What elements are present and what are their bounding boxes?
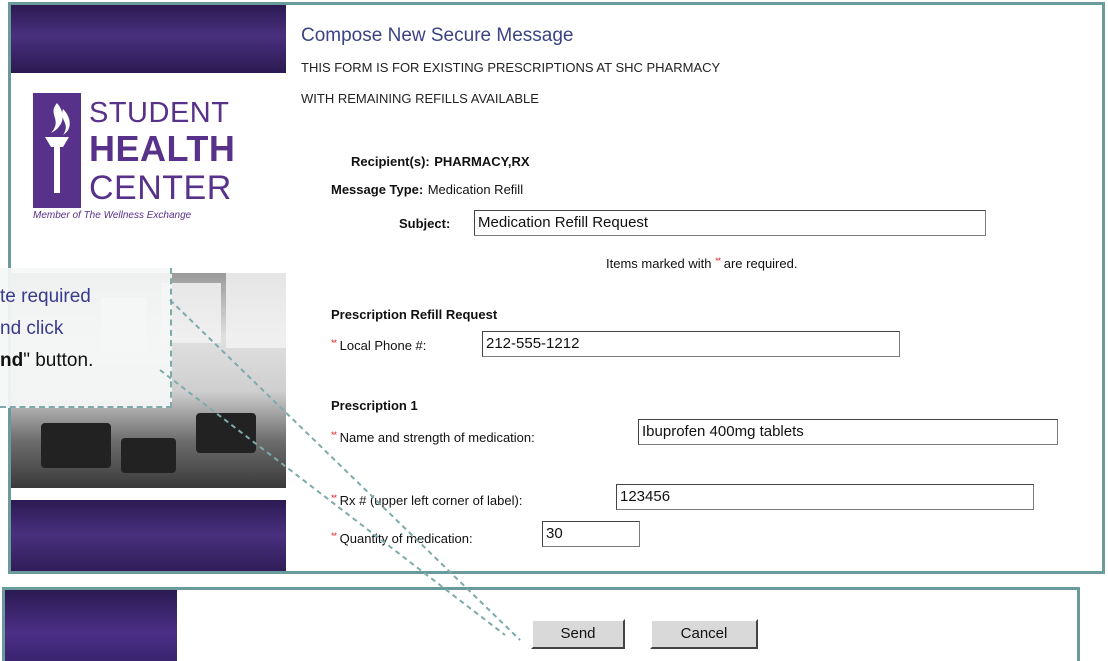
rx-label-wrap: ** Rx # (upper left corner of label): bbox=[331, 493, 522, 508]
prescription-title: Prescription 1 bbox=[331, 398, 418, 413]
recipient-value: PHARMACY,RX bbox=[434, 154, 530, 169]
required-marker: ** bbox=[331, 531, 337, 541]
quantity-label: Quantity of medication: bbox=[339, 531, 473, 546]
message-type-value: Medication Refill bbox=[427, 182, 524, 197]
logo-word-student: STUDENT bbox=[89, 97, 230, 129]
callout-line-1: te required bbox=[0, 286, 91, 307]
callout-line-3: nd" button. bbox=[0, 350, 94, 371]
phone-label: Local Phone #: bbox=[339, 338, 427, 353]
logo-word-health: HEALTH bbox=[89, 128, 236, 169]
required-marker: ** bbox=[331, 338, 337, 348]
quantity-input[interactable]: 30 bbox=[542, 521, 640, 547]
subject-input[interactable]: Medication Refill Request bbox=[474, 210, 986, 236]
message-panel: STUDENT HEALTH CENTER Member of The Well… bbox=[8, 2, 1105, 574]
message-type-label: Message Type: bbox=[331, 182, 424, 197]
med-name-label: Name and strength of medication: bbox=[339, 430, 535, 445]
form-notice-line-2: WITH REMAINING REFILLS AVAILABLE bbox=[301, 91, 539, 106]
student-health-center-logo: STUDENT HEALTH CENTER Member of The Well… bbox=[33, 93, 258, 221]
phone-label-wrap: ** Local Phone #: bbox=[331, 338, 426, 353]
sidebar-band-bottom bbox=[11, 500, 286, 571]
page-title: Compose New Secure Message bbox=[301, 25, 574, 46]
compose-form: Compose New Secure Message THIS FORM IS … bbox=[301, 5, 1102, 571]
logo-tagline: Member of The Wellness Exchange bbox=[33, 210, 192, 221]
instruction-callout: te required nd click nd" button. bbox=[0, 268, 172, 408]
required-note: Items marked with ** are required. bbox=[606, 256, 798, 271]
torch-icon bbox=[33, 93, 81, 208]
cancel-button[interactable]: Cancel bbox=[650, 619, 758, 649]
rx-number-input[interactable]: 123456 bbox=[616, 484, 1034, 510]
refill-section-title: Prescription Refill Request bbox=[331, 307, 498, 322]
rx-label: Rx # (upper left corner of label): bbox=[339, 493, 523, 508]
button-bar-band bbox=[5, 590, 177, 661]
med-name-label-wrap: ** Name and strength of medication: bbox=[331, 430, 535, 445]
logo-word-center: CENTER bbox=[89, 169, 232, 207]
sidebar-band-top bbox=[11, 5, 286, 73]
subject-label: Subject: bbox=[399, 216, 451, 231]
form-notice-line-1: THIS FORM IS FOR EXISTING PRESCRIPTIONS … bbox=[301, 60, 721, 75]
required-marker: ** bbox=[331, 493, 337, 503]
required-marker: ** bbox=[331, 430, 337, 440]
medication-name-input[interactable]: Ibuprofen 400mg tablets bbox=[638, 419, 1058, 445]
required-marker: ** bbox=[715, 256, 721, 266]
button-bar: Send Cancel bbox=[2, 587, 1080, 661]
phone-input[interactable]: 212-555-1212 bbox=[482, 331, 900, 357]
recipient-label: Recipient(s): bbox=[351, 154, 430, 169]
send-button[interactable]: Send bbox=[531, 619, 625, 649]
quantity-label-wrap: ** Quantity of medication: bbox=[331, 531, 473, 546]
callout-line-2: nd click bbox=[0, 318, 64, 339]
